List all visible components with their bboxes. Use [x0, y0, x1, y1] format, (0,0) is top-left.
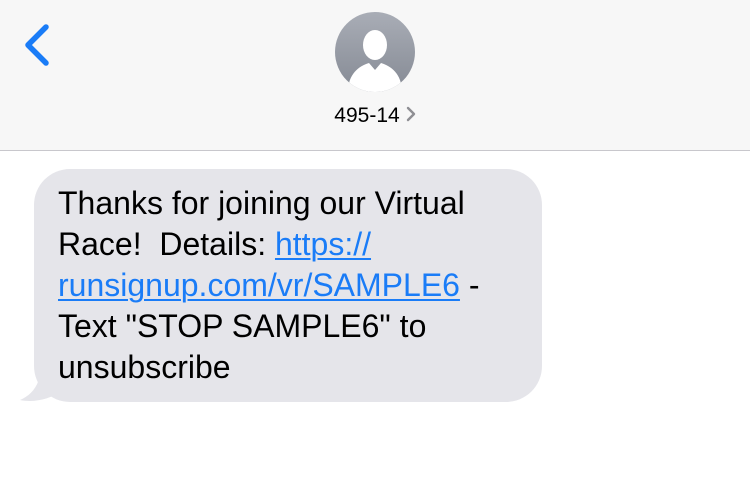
- incoming-message-bubble[interactable]: Thanks for joining our Virtual Race! Det…: [34, 169, 542, 402]
- message-text: Race! Details:: [58, 226, 275, 262]
- message-line: Race! Details: https://: [58, 224, 518, 265]
- contact-name[interactable]: 495-14: [0, 104, 750, 128]
- back-button[interactable]: [18, 22, 58, 68]
- message-link[interactable]: https://: [275, 226, 371, 262]
- chevron-left-icon: [25, 24, 49, 66]
- contact-name-label: 495-14: [334, 104, 400, 127]
- conversation-header: 495-14: [0, 0, 750, 151]
- message-link[interactable]: runsignup.com/vr/SAMPLE6: [58, 267, 460, 303]
- person-silhouette-icon: [348, 30, 402, 92]
- message-text: -: [459, 267, 480, 303]
- chevron-right-icon: [406, 104, 416, 128]
- message-line: unsubscribe: [58, 349, 231, 385]
- avatar[interactable]: [335, 12, 415, 92]
- message-line: Thanks for joining our Virtual: [58, 185, 465, 221]
- message-thread: Thanks for joining our Virtual Race! Det…: [0, 151, 750, 486]
- message-line: Text "STOP SAMPLE6" to: [58, 308, 427, 344]
- message-line: runsignup.com/vr/SAMPLE6 -: [58, 265, 518, 306]
